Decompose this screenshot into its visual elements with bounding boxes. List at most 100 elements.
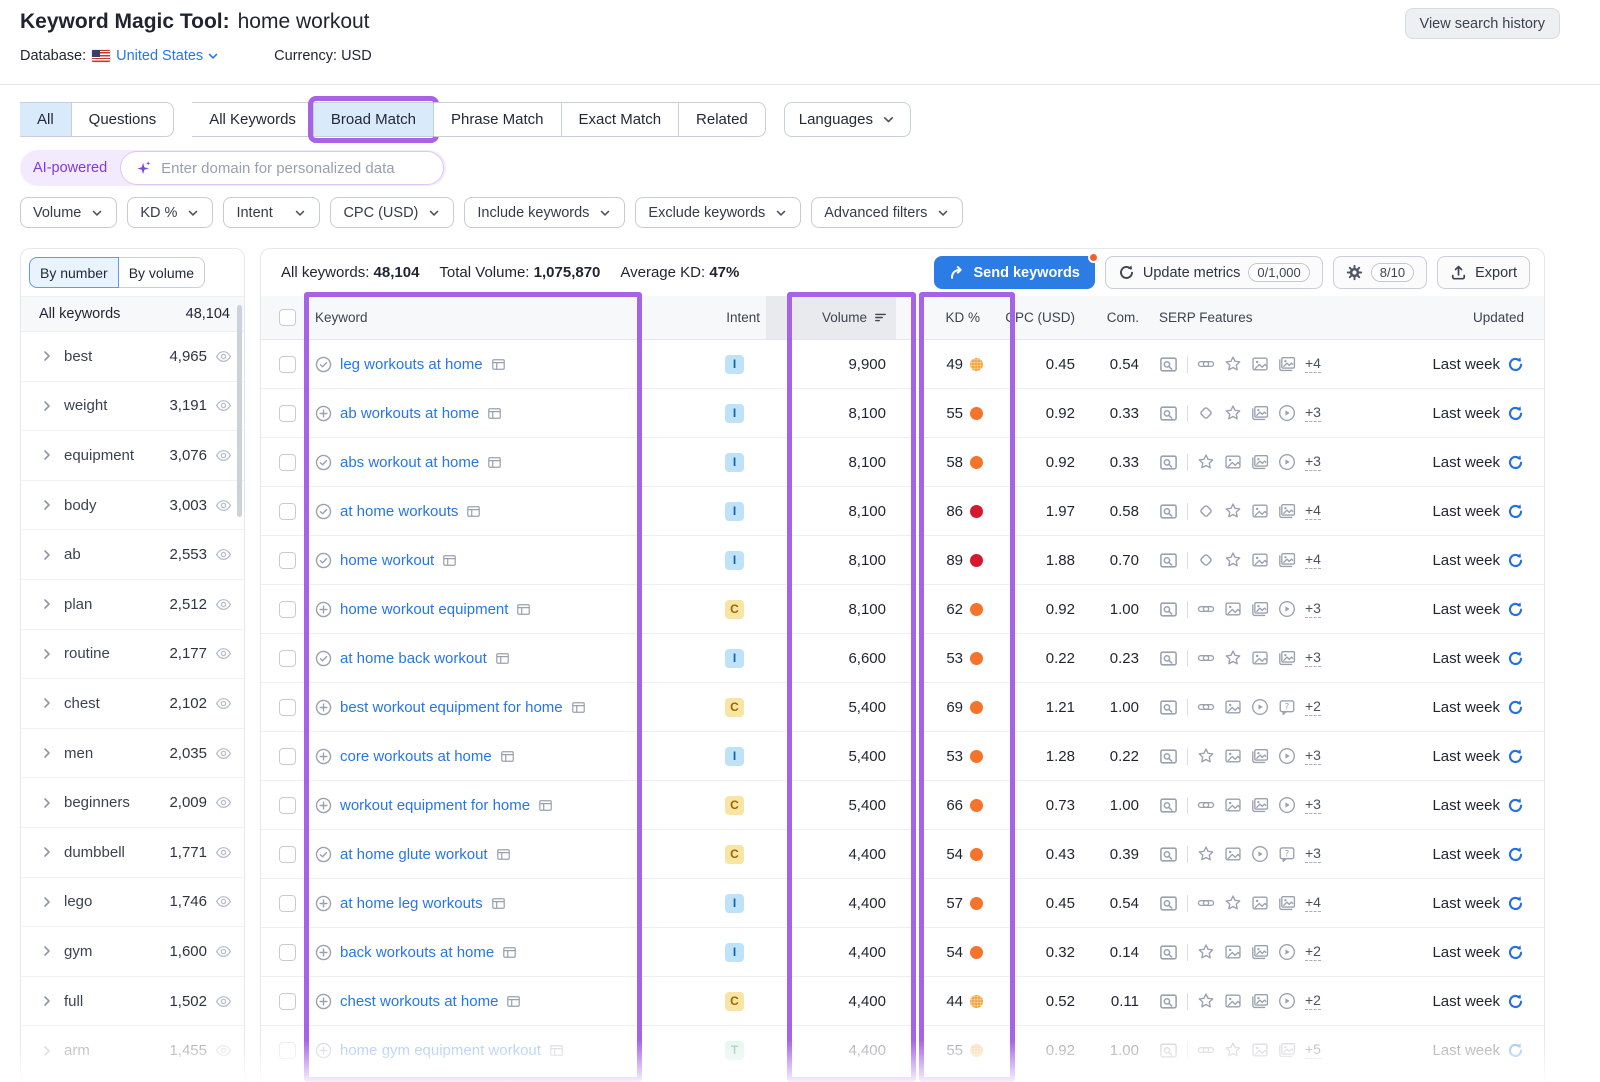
- eye-icon[interactable]: [215, 645, 232, 662]
- check-circle-icon[interactable]: [315, 454, 332, 471]
- serp-preview-icon[interactable]: [1159, 747, 1178, 766]
- eye-icon[interactable]: [215, 893, 232, 910]
- more-serp-features-link[interactable]: +3: [1305, 404, 1321, 422]
- serp-preview-icon[interactable]: [1159, 453, 1178, 472]
- check-circle-icon[interactable]: [315, 650, 332, 667]
- serp-mini-preview-icon[interactable]: [495, 651, 510, 666]
- refresh-icon[interactable]: [1507, 503, 1524, 520]
- eye-icon[interactable]: [215, 546, 232, 563]
- filter-dropdown[interactable]: KD %: [127, 197, 213, 228]
- more-serp-features-link[interactable]: +4: [1305, 502, 1321, 520]
- keyword-link[interactable]: workout equipment for home: [340, 797, 530, 814]
- settings-button[interactable]: 8/10: [1333, 256, 1427, 289]
- table-row[interactable]: workout equipment for home C 5,400 66 0.…: [261, 781, 1544, 830]
- table-row[interactable]: at home glute workout C 4,400 54 0.43 0.…: [261, 830, 1544, 879]
- keyword-group-item[interactable]: routine 2,177: [21, 630, 244, 680]
- filter-dropdown[interactable]: Advanced filters: [811, 197, 963, 228]
- eye-icon[interactable]: [215, 348, 232, 365]
- filter-dropdown[interactable]: CPC (USD): [330, 197, 454, 228]
- serp-preview-icon[interactable]: [1159, 943, 1178, 962]
- keyword-group-item[interactable]: chest 2,102: [21, 679, 244, 729]
- eye-icon[interactable]: [215, 844, 232, 861]
- serp-mini-preview-icon[interactable]: [516, 602, 531, 617]
- serp-preview-icon[interactable]: [1159, 355, 1178, 374]
- eye-icon[interactable]: [215, 745, 232, 762]
- more-serp-features-link[interactable]: +3: [1305, 747, 1321, 765]
- serp-mini-preview-icon[interactable]: [487, 406, 502, 421]
- eye-icon[interactable]: [215, 447, 232, 464]
- eye-icon[interactable]: [215, 596, 232, 613]
- check-circle-icon[interactable]: [315, 846, 332, 863]
- row-checkbox[interactable]: [279, 993, 296, 1010]
- more-serp-features-link[interactable]: +4: [1305, 355, 1321, 373]
- more-serp-features-link[interactable]: +3: [1305, 453, 1321, 471]
- by-number-toggle[interactable]: By number: [29, 257, 119, 288]
- row-checkbox[interactable]: [279, 797, 296, 814]
- check-circle-icon[interactable]: [315, 503, 332, 520]
- keyword-link[interactable]: home gym equipment workout: [340, 1042, 541, 1059]
- keyword-link[interactable]: at home workouts: [340, 503, 458, 520]
- row-checkbox[interactable]: [279, 895, 296, 912]
- refresh-icon[interactable]: [1507, 748, 1524, 765]
- row-checkbox[interactable]: [279, 454, 296, 471]
- serp-mini-preview-icon[interactable]: [506, 994, 521, 1009]
- table-row[interactable]: leg workouts at home I 9,900 49 0.45 0.5…: [261, 340, 1544, 389]
- plus-circle-icon[interactable]: [315, 699, 332, 716]
- plus-circle-icon[interactable]: [315, 797, 332, 814]
- eye-icon[interactable]: [215, 497, 232, 514]
- eye-icon[interactable]: [215, 794, 232, 811]
- serp-preview-icon[interactable]: [1159, 1041, 1178, 1060]
- keyword-group-item[interactable]: dumbbell 1,771: [21, 828, 244, 878]
- row-checkbox[interactable]: [279, 944, 296, 961]
- keyword-group-item[interactable]: men 2,035: [21, 729, 244, 779]
- plus-circle-icon[interactable]: [315, 1042, 332, 1059]
- refresh-icon[interactable]: [1507, 699, 1524, 716]
- tab[interactable]: Exact Match: [562, 102, 680, 137]
- view-search-history-button[interactable]: View search history: [1405, 8, 1560, 39]
- filter-dropdown[interactable]: Intent: [223, 197, 320, 228]
- plus-circle-icon[interactable]: [315, 601, 332, 618]
- filter-dropdown[interactable]: Include keywords: [464, 197, 625, 228]
- plus-circle-icon[interactable]: [315, 944, 332, 961]
- keyword-link[interactable]: core workouts at home: [340, 748, 492, 765]
- filter-dropdown[interactable]: Volume: [20, 197, 117, 228]
- keyword-group-item[interactable]: plan 2,512: [21, 580, 244, 630]
- tab[interactable]: Questions: [72, 102, 175, 137]
- keyword-group-item[interactable]: beginners 2,009: [21, 778, 244, 828]
- serp-mini-preview-icon[interactable]: [491, 357, 506, 372]
- row-checkbox[interactable]: [279, 503, 296, 520]
- table-row[interactable]: chest workouts at home C 4,400 44 0.52 0…: [261, 977, 1544, 1026]
- row-checkbox[interactable]: [279, 748, 296, 765]
- eye-icon[interactable]: [215, 1042, 232, 1059]
- serp-mini-preview-icon[interactable]: [466, 504, 481, 519]
- row-checkbox[interactable]: [279, 1042, 296, 1059]
- more-serp-features-link[interactable]: +4: [1305, 551, 1321, 569]
- refresh-icon[interactable]: [1507, 356, 1524, 373]
- row-checkbox[interactable]: [279, 601, 296, 618]
- filter-dropdown[interactable]: Exclude keywords: [635, 197, 801, 228]
- refresh-icon[interactable]: [1507, 454, 1524, 471]
- keyword-link[interactable]: chest workouts at home: [340, 993, 498, 1010]
- send-keywords-button[interactable]: Send keywords: [934, 256, 1095, 289]
- keyword-group-item[interactable]: arm 1,455: [21, 1026, 244, 1076]
- select-all-checkbox[interactable]: [279, 309, 296, 326]
- keyword-group-item[interactable]: ab 2,553: [21, 530, 244, 580]
- eye-icon[interactable]: [215, 695, 232, 712]
- table-row[interactable]: ab workouts at home I 8,100 55 0.92 0.33…: [261, 389, 1544, 438]
- table-row[interactable]: at home leg workouts I 4,400 57 0.45 0.5…: [261, 879, 1544, 928]
- domain-input[interactable]: [161, 160, 429, 177]
- keyword-link[interactable]: best workout equipment for home: [340, 699, 563, 716]
- serp-preview-icon[interactable]: [1159, 894, 1178, 913]
- languages-dropdown[interactable]: Languages: [784, 102, 911, 137]
- keyword-link[interactable]: home workout: [340, 552, 434, 569]
- table-row[interactable]: at home back workout I 6,600 53 0.22 0.2…: [261, 634, 1544, 683]
- serp-mini-preview-icon[interactable]: [549, 1043, 564, 1058]
- keyword-group-item[interactable]: lego 1,746: [21, 878, 244, 928]
- keyword-link[interactable]: abs workout at home: [340, 454, 479, 471]
- serp-preview-icon[interactable]: [1159, 600, 1178, 619]
- tab[interactable]: Related: [679, 102, 766, 137]
- serp-preview-icon[interactable]: [1159, 502, 1178, 521]
- table-row[interactable]: abs workout at home I 8,100 58 0.92 0.33…: [261, 438, 1544, 487]
- keyword-link[interactable]: leg workouts at home: [340, 356, 483, 373]
- table-row[interactable]: home workout equipment C 8,100 62 0.92 1…: [261, 585, 1544, 634]
